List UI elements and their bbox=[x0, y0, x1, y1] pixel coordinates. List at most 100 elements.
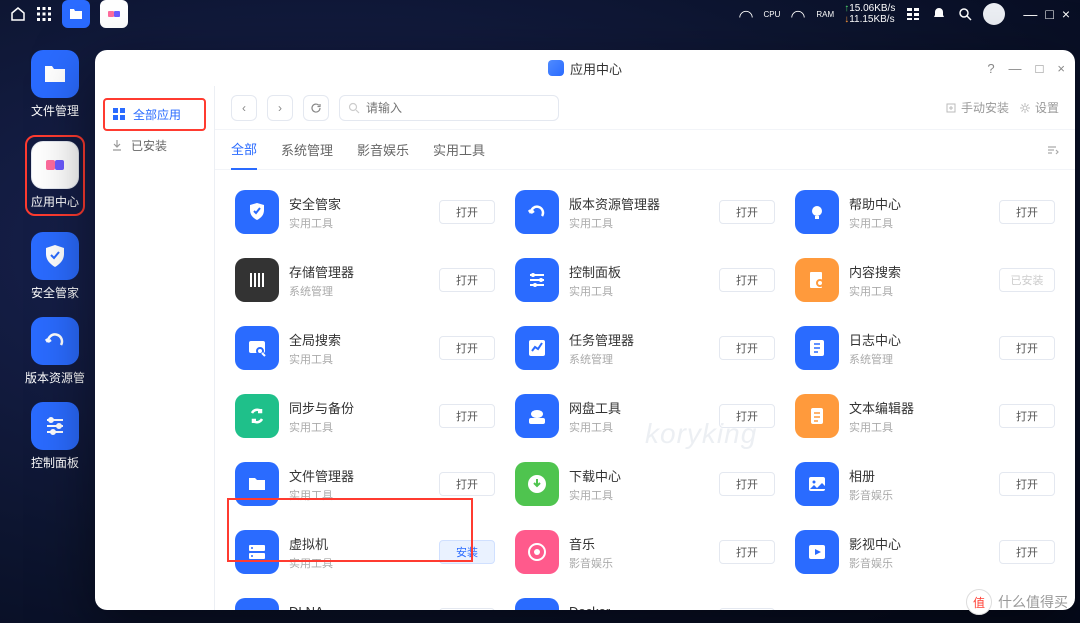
app-info: 虚拟机实用工具 bbox=[289, 534, 429, 571]
taskbar-app-appcenter[interactable] bbox=[100, 0, 128, 28]
close-icon[interactable]: × bbox=[1062, 6, 1070, 22]
app-card[interactable]: Docker实用工具打开 bbox=[511, 590, 779, 610]
app-category: 实用工具 bbox=[289, 419, 429, 435]
app-action-button[interactable]: 打开 bbox=[999, 200, 1055, 224]
app-info: 同步与备份实用工具 bbox=[289, 398, 429, 435]
apps-grid-icon[interactable] bbox=[36, 6, 52, 22]
app-card[interactable]: 任务管理器系统管理打开 bbox=[511, 318, 779, 378]
manual-install-button[interactable]: 手动安装 bbox=[945, 99, 1009, 116]
window-titlebar[interactable]: 应用中心 ? — □ × bbox=[95, 50, 1075, 86]
tab-system[interactable]: 系统管理 bbox=[281, 130, 333, 169]
system-menubar: CPU RAM 15.06KB/s 11.15KB/s — □ × bbox=[0, 0, 1080, 28]
app-card[interactable]: 音乐影音娱乐打开 bbox=[511, 522, 779, 582]
app-category: 实用工具 bbox=[569, 487, 709, 503]
app-action-button[interactable]: 打开 bbox=[439, 268, 495, 292]
app-action-button[interactable]: 打开 bbox=[439, 608, 495, 610]
brand-watermark: 值 什么值得买 bbox=[966, 589, 1068, 615]
taskbar-app-filemanager[interactable] bbox=[62, 0, 90, 28]
app-card[interactable]: 内容搜索实用工具已安装 bbox=[791, 250, 1059, 310]
sidebar-item-installed[interactable]: 已安装 bbox=[103, 131, 206, 160]
search-icon[interactable] bbox=[957, 6, 973, 22]
app-card[interactable]: 帮助中心实用工具打开 bbox=[791, 182, 1059, 242]
app-action-button[interactable]: 打开 bbox=[439, 200, 495, 224]
tab-media[interactable]: 影音娱乐 bbox=[357, 130, 409, 169]
app-action-button[interactable]: 已安装 bbox=[999, 268, 1055, 292]
settings-button[interactable]: 设置 bbox=[1019, 99, 1059, 116]
desktop-item-filemanager[interactable]: 文件管理 bbox=[31, 50, 79, 119]
app-card[interactable]: 全局搜索实用工具打开 bbox=[231, 318, 499, 378]
app-action-button[interactable]: 打开 bbox=[999, 472, 1055, 496]
app-card[interactable]: 文本编辑器实用工具打开 bbox=[791, 386, 1059, 446]
sort-button[interactable] bbox=[1045, 143, 1059, 157]
app-name: 下载中心 bbox=[569, 466, 709, 485]
app-action-button[interactable]: 打开 bbox=[719, 404, 775, 428]
app-card[interactable]: 控制面板实用工具打开 bbox=[511, 250, 779, 310]
app-icon bbox=[515, 462, 559, 506]
app-action-button[interactable]: 打开 bbox=[719, 540, 775, 564]
maximize-icon[interactable]: □ bbox=[1045, 6, 1053, 22]
app-action-button[interactable]: 打开 bbox=[439, 336, 495, 360]
tab-all[interactable]: 全部 bbox=[231, 129, 257, 170]
app-action-button[interactable]: 打开 bbox=[719, 336, 775, 360]
dashboard-icon[interactable] bbox=[905, 6, 921, 22]
app-action-button[interactable]: 打开 bbox=[999, 336, 1055, 360]
app-info: 内容搜索实用工具 bbox=[849, 262, 989, 299]
app-name: 网盘工具 bbox=[569, 398, 709, 417]
app-icon bbox=[515, 394, 559, 438]
app-name: 任务管理器 bbox=[569, 330, 709, 349]
app-card[interactable]: 安全管家实用工具打开 bbox=[231, 182, 499, 242]
app-action-button[interactable]: 打开 bbox=[719, 608, 775, 610]
window-close-icon[interactable]: × bbox=[1057, 61, 1065, 76]
app-action-button[interactable]: 打开 bbox=[719, 472, 775, 496]
search-input[interactable] bbox=[366, 101, 550, 115]
bell-icon[interactable] bbox=[931, 6, 947, 22]
app-card[interactable]: 虚拟机实用工具安装 bbox=[231, 522, 499, 582]
app-name: 影视中心 bbox=[849, 534, 989, 553]
app-name: Docker bbox=[569, 604, 709, 611]
app-card[interactable]: 影视中心影音娱乐打开 bbox=[791, 522, 1059, 582]
app-card[interactable]: DLNA实用工具打开 bbox=[231, 590, 499, 610]
app-action-button[interactable]: 打开 bbox=[999, 540, 1055, 564]
app-card[interactable]: 同步与备份实用工具打开 bbox=[231, 386, 499, 446]
home-icon[interactable] bbox=[10, 6, 26, 22]
app-category: 实用工具 bbox=[569, 215, 709, 231]
desktop-item-security[interactable]: 安全管家 bbox=[31, 232, 79, 301]
app-icon bbox=[235, 258, 279, 302]
app-action-button[interactable]: 安装 bbox=[439, 540, 495, 564]
app-category: 实用工具 bbox=[849, 215, 989, 231]
app-action-button[interactable]: 打开 bbox=[719, 268, 775, 292]
search-box[interactable] bbox=[339, 95, 559, 121]
app-card[interactable]: 版本资源管理器实用工具打开 bbox=[511, 182, 779, 242]
app-card[interactable]: 文件管理器实用工具打开 bbox=[231, 454, 499, 514]
desktop-item-version[interactable]: 版本资源管 bbox=[25, 317, 85, 386]
app-card[interactable]: 日志中心系统管理打开 bbox=[791, 318, 1059, 378]
app-action-button[interactable]: 打开 bbox=[999, 404, 1055, 428]
desktop-item-appcenter[interactable]: 应用中心 bbox=[31, 141, 79, 210]
help-button[interactable]: ? bbox=[987, 61, 994, 76]
desktop-item-controlpanel[interactable]: 控制面板 bbox=[31, 402, 79, 471]
app-card[interactable]: 下载中心实用工具打开 bbox=[511, 454, 779, 514]
app-action-button[interactable]: 打开 bbox=[439, 404, 495, 428]
refresh-button[interactable] bbox=[303, 95, 329, 121]
app-card[interactable]: 网盘工具实用工具打开 bbox=[511, 386, 779, 446]
grid-icon bbox=[113, 108, 127, 122]
nav-back-button[interactable]: ‹ bbox=[231, 95, 257, 121]
sidebar-item-all-apps[interactable]: 全部应用 bbox=[103, 98, 206, 131]
app-grid[interactable]: koryking 安全管家实用工具打开版本资源管理器实用工具打开帮助中心实用工具… bbox=[215, 170, 1075, 610]
app-name: 音乐 bbox=[569, 534, 709, 553]
network-speed: 15.06KB/s 11.15KB/s bbox=[844, 3, 895, 25]
window-minimize-icon[interactable]: — bbox=[1009, 61, 1022, 76]
ram-meter-icon[interactable] bbox=[790, 6, 806, 22]
nav-forward-button[interactable]: › bbox=[267, 95, 293, 121]
app-action-button[interactable]: 打开 bbox=[719, 200, 775, 224]
window-maximize-icon[interactable]: □ bbox=[1036, 61, 1044, 76]
app-card[interactable]: 存储管理器系统管理打开 bbox=[231, 250, 499, 310]
cpu-meter-icon[interactable] bbox=[738, 6, 754, 22]
window-title: 应用中心 bbox=[570, 59, 622, 78]
app-card[interactable]: 相册影音娱乐打开 bbox=[791, 454, 1059, 514]
minimize-icon[interactable]: — bbox=[1023, 6, 1037, 22]
tab-utility[interactable]: 实用工具 bbox=[433, 130, 485, 169]
app-action-button[interactable]: 打开 bbox=[439, 472, 495, 496]
user-avatar[interactable] bbox=[983, 3, 1005, 25]
app-icon bbox=[795, 530, 839, 574]
